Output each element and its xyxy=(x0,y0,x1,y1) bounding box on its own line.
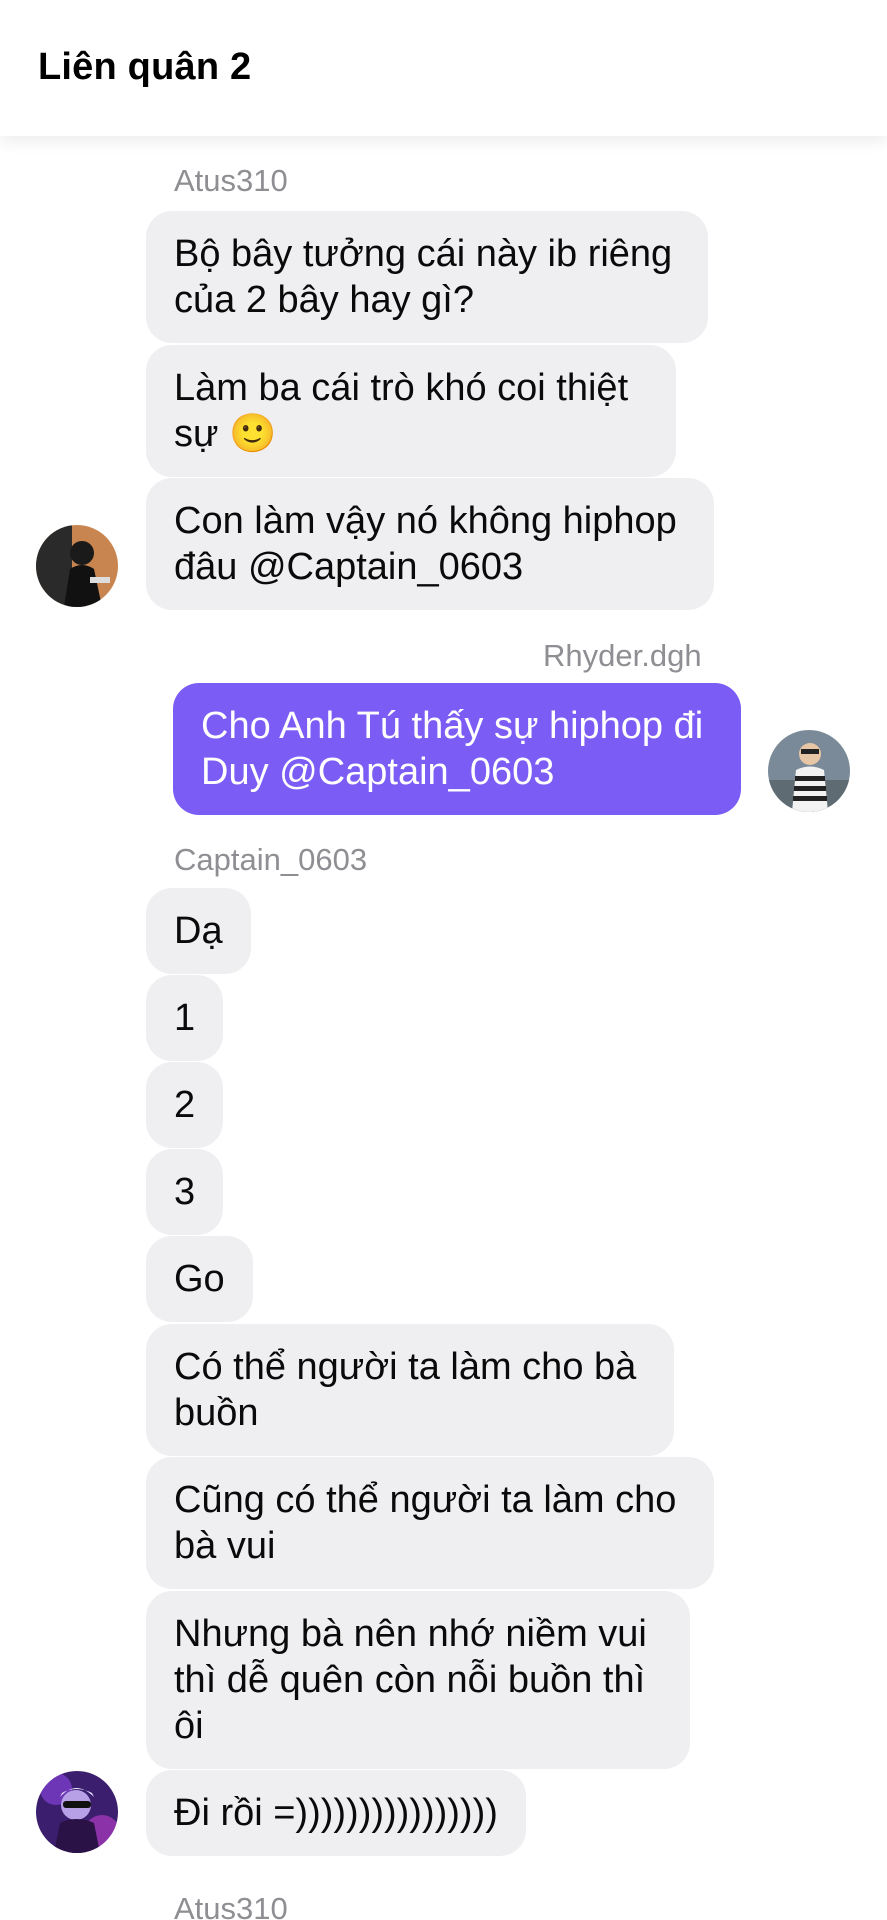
message-bubble[interactable]: Cũng có thể người ta làm cho bà vui xyxy=(146,1457,714,1589)
sender-name: Rhyder.dgh xyxy=(543,638,702,673)
avatar[interactable] xyxy=(768,730,850,812)
sender-name: Captain_0603 xyxy=(174,842,368,877)
message-bubble-outgoing[interactable]: Cho Anh Tú thấy sự hiphop đi Duy @Captai… xyxy=(173,683,741,815)
message-bubble[interactable]: Dạ xyxy=(146,888,251,974)
message-list[interactable]: Atus310 Bộ bây tưởng cái này ib riêng củ… xyxy=(0,136,887,1920)
message-bubble[interactable]: Có thể người ta làm cho bà buồn xyxy=(146,1324,674,1456)
avatar-image xyxy=(768,730,850,812)
avatar[interactable] xyxy=(36,1771,118,1853)
sender-name: Atus310 xyxy=(174,163,288,198)
avatar[interactable] xyxy=(36,525,118,607)
message-bubble[interactable]: Bộ bây tưởng cái này ib riêng của 2 bây … xyxy=(146,211,708,343)
message-bubble[interactable]: 2 xyxy=(146,1062,224,1148)
message-bubble[interactable]: Nhưng bà nên nhớ niềm vui thì dễ quên cò… xyxy=(146,1591,690,1769)
message-bubble[interactable]: 1 xyxy=(146,975,224,1061)
avatar-image xyxy=(36,1771,118,1853)
message-bubble[interactable]: 3 xyxy=(146,1149,224,1235)
chat-header: Liên quân 2 xyxy=(0,0,887,136)
avatar-image xyxy=(36,525,118,607)
sender-name: Atus310 xyxy=(174,1891,288,1920)
message-bubble[interactable]: Làm ba cái trò khó coi thiệt sự 🙂 xyxy=(146,345,676,477)
message-bubble[interactable]: Đi rồi =)))))))))))))))) xyxy=(146,1770,526,1856)
message-bubble[interactable]: Go xyxy=(146,1236,253,1322)
message-bubble[interactable]: Con làm vậy nó không hiphop đâu @Captain… xyxy=(146,478,714,610)
chat-title: Liên quân 2 xyxy=(38,46,252,88)
